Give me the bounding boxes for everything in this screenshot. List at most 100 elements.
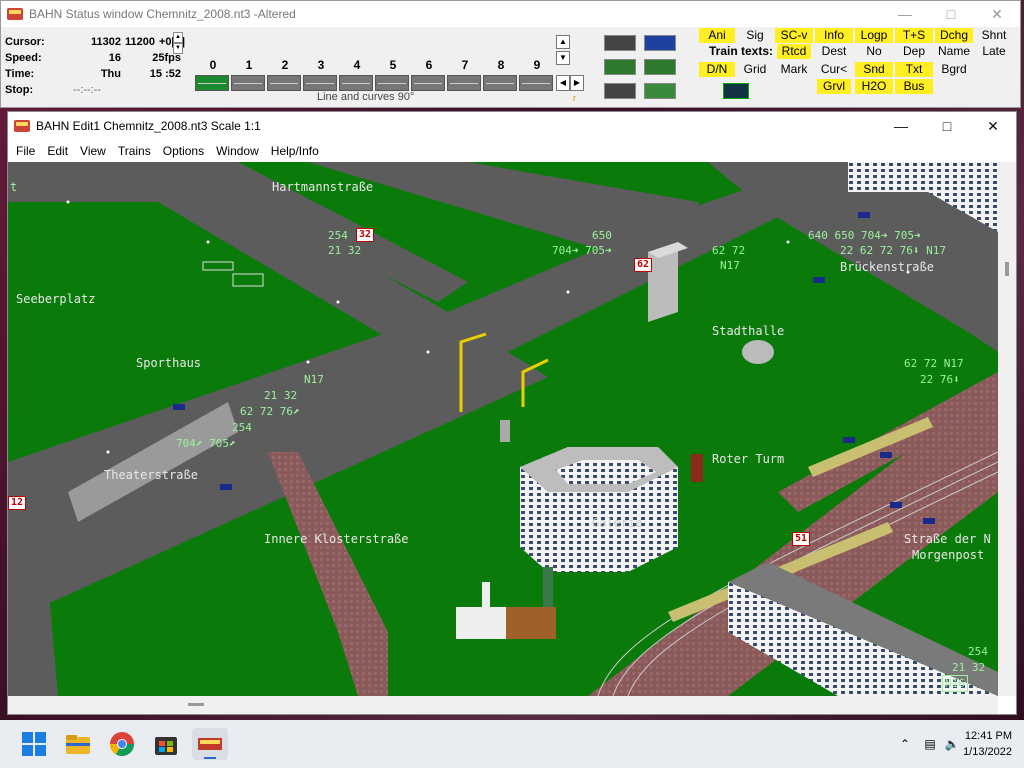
db-logo-button[interactable] (723, 83, 749, 99)
close-icon[interactable]: ✕ (970, 112, 1016, 140)
track-tile-2[interactable] (267, 75, 301, 91)
maximize-icon[interactable]: □ (928, 1, 974, 27)
view-btn-6[interactable] (644, 83, 676, 99)
spin-up-icon[interactable]: ▲ (173, 32, 183, 43)
stop-lines: N16 (942, 675, 968, 692)
opt-grid[interactable]: Grid (737, 62, 773, 77)
track-tile-6[interactable] (411, 75, 445, 91)
digit: 5 (389, 58, 397, 72)
stop-lines: 21 32 (952, 661, 986, 674)
opt-dest[interactable]: Dest (815, 44, 853, 59)
opt-scv[interactable]: SC-v (775, 28, 813, 43)
opt-bus[interactable]: Bus (895, 79, 933, 94)
opt-name[interactable]: Name (935, 44, 973, 59)
label-roter-turm: Roter Turm (712, 452, 785, 466)
menu-options[interactable]: Options (157, 144, 210, 158)
cursor-label: Cursor: (5, 36, 45, 48)
stop-lines: N17 (720, 259, 740, 272)
opt-txt[interactable]: Txt (895, 62, 933, 77)
menu-help[interactable]: Help/Info (265, 144, 325, 158)
menu-trains[interactable]: Trains (112, 144, 157, 158)
chrome-icon[interactable] (106, 728, 138, 760)
train-texts-label: Train texts: (709, 44, 774, 58)
view-btn-eu-flag[interactable] (644, 35, 676, 51)
track-tile-1[interactable] (231, 75, 265, 91)
vscroll-thumb[interactable] (1005, 262, 1009, 276)
left-arrow-icon[interactable]: ◀ (556, 75, 570, 91)
close-icon[interactable]: ✕ (974, 1, 1020, 27)
menu-view[interactable]: View (74, 144, 112, 158)
track-tile-4[interactable] (339, 75, 373, 91)
opt-dchg[interactable]: Dchg (935, 28, 973, 43)
scroll-up-icon[interactable]: ▲ (556, 35, 570, 49)
track-tile-9[interactable] (519, 75, 553, 91)
vertical-scrollbar[interactable] (998, 162, 1016, 696)
taskbar: ⌃ ▤ 🔈 12:41 PM 1/13/2022 (0, 720, 1024, 768)
cursor-y: 11200 (125, 36, 155, 48)
bahn-app-icon (7, 8, 23, 20)
opt-sig[interactable]: Sig (737, 28, 773, 43)
track-tile-7[interactable] (447, 75, 481, 91)
stop-lines: 704⬈ 705⬈ (176, 437, 236, 450)
stop-lines: 22 76⬇ (920, 373, 960, 386)
tile-scroll[interactable]: ▲ ▼ (556, 35, 570, 67)
start-icon[interactable] (18, 728, 50, 760)
opt-logp[interactable]: Logp (855, 28, 893, 43)
minimize-icon[interactable]: — (878, 112, 924, 140)
opt-info[interactable]: Info (815, 28, 853, 43)
file-explorer-icon[interactable] (62, 728, 94, 760)
opt-mark[interactable]: Mark (775, 62, 813, 77)
status-titlebar[interactable]: BAHN Status window Chemnitz_2008.nt3 -Al… (1, 1, 1020, 27)
track-tile-5[interactable] (375, 75, 409, 91)
network-icon[interactable]: ▤ (919, 737, 941, 751)
small-r-label: r (573, 93, 576, 103)
digit: 9 (533, 58, 541, 72)
menu-file[interactable]: File (10, 144, 41, 158)
opt-ani[interactable]: Ani (699, 28, 735, 43)
digit: 3 (317, 58, 325, 72)
bahn-taskbar-icon[interactable] (192, 728, 228, 760)
map-viewport[interactable]: Hartmannstraße Seeberplatz Sporthaus The… (8, 162, 998, 696)
opt-grvl[interactable]: Grvl (817, 79, 851, 94)
opt-bgrd[interactable]: Bgrd (935, 62, 973, 77)
chevron-up-icon[interactable]: ⌃ (891, 737, 919, 751)
view-btn-tree[interactable] (644, 59, 676, 75)
opt-ts[interactable]: T+S (895, 28, 933, 43)
label-stadthalle: Stadthalle (712, 324, 785, 338)
view-btn-1[interactable] (604, 35, 636, 51)
volume-icon[interactable]: 🔈 (941, 737, 963, 751)
right-arrow-icon[interactable]: ▶ (570, 75, 584, 91)
hscroll-thumb[interactable] (188, 703, 204, 706)
opt-shnt[interactable]: Shnt (975, 28, 1013, 43)
track-tile-3[interactable] (303, 75, 337, 91)
opt-rtcd[interactable]: Rtcd (777, 44, 811, 59)
fps-value: 25fps (152, 52, 181, 64)
maximize-icon[interactable]: □ (924, 112, 970, 140)
opt-dn[interactable]: D/N (699, 62, 735, 77)
cursor-spinner[interactable]: ▲ ▼ (173, 32, 183, 54)
opt-snd[interactable]: Snd (855, 62, 893, 77)
opt-late[interactable]: Late (975, 44, 1013, 59)
menu-window[interactable]: Window (210, 144, 265, 158)
clock[interactable]: 12:41 PM 1/13/2022 (963, 728, 1012, 760)
minimize-icon[interactable]: — (882, 1, 928, 27)
store-icon[interactable] (150, 728, 182, 760)
tile-nav[interactable]: ◀ ▶ (556, 75, 584, 91)
scroll-down-icon[interactable]: ▼ (556, 51, 570, 65)
menu-edit[interactable]: Edit (41, 144, 74, 158)
edit-titlebar[interactable]: BAHN Edit1 Chemnitz_2008.nt3 Scale 1:1 —… (8, 112, 1016, 140)
view-btn-5[interactable] (604, 83, 636, 99)
label-hartmannstrasse: Hartmannstraße (272, 180, 374, 194)
clock-time: 12:41 PM (964, 730, 1012, 742)
status-info-panel: Cursor: 11302 11200 +0[1] Speed: 16 25fps Tim… (5, 34, 195, 98)
opt-h2o[interactable]: H2O (855, 79, 893, 94)
track-tile-0[interactable] (195, 75, 229, 91)
route-sign: 32 (356, 228, 375, 242)
opt-dep[interactable]: Dep (895, 44, 933, 59)
track-tile-8[interactable] (483, 75, 517, 91)
opt-cur[interactable]: Cur< (815, 62, 853, 77)
opt-no[interactable]: No (855, 44, 893, 59)
spin-down-icon[interactable]: ▼ (173, 43, 183, 54)
horizontal-scrollbar[interactable] (8, 696, 998, 714)
view-btn-3[interactable] (604, 59, 636, 75)
